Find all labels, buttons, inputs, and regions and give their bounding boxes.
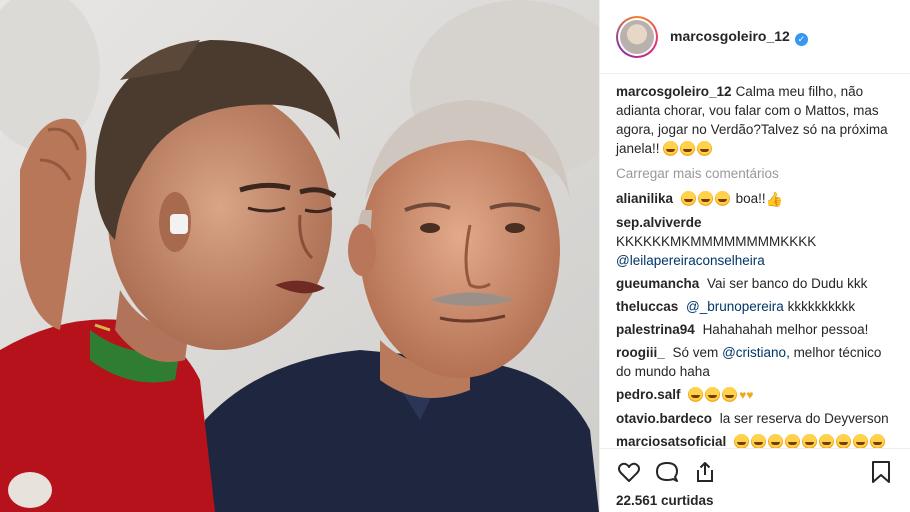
comment-text: Vai ser banco do Dudu kkk	[707, 276, 868, 291]
comment-row: palestrina94 Hahahahah melhor pessoa!	[616, 320, 900, 339]
laughing-emoji-icon	[836, 434, 852, 448]
comment-username[interactable]: pedro.salf	[616, 387, 681, 402]
action-bar: 22.561 curtidas	[600, 448, 910, 512]
caption-username[interactable]: marcosgoleiro_12	[616, 84, 732, 99]
verified-badge-icon: ✓	[794, 32, 808, 46]
comment-text: KKKKKKMKMMMMMMMMKKKK	[616, 234, 817, 249]
comment-username[interactable]: sep.alviverde	[616, 215, 702, 230]
comment-username[interactable]: otavio.bardeco	[616, 411, 712, 426]
post-header: marcosgoleiro_12 ✓	[600, 0, 910, 74]
comment-mention[interactable]: @leilapereiraconselheira	[616, 253, 765, 268]
post-panel: marcosgoleiro_12 ✓ marcosgoleiro_12 Calma …	[599, 0, 910, 512]
comment-text: kkkkkkkkkk	[787, 299, 856, 314]
laughing-emoji-icon	[768, 434, 784, 448]
laughing-emoji-icon	[663, 141, 679, 156]
laughing-emoji-icon	[853, 434, 869, 448]
comment-row: otavio.bardeco la ser reserva do Deyvers…	[616, 409, 900, 428]
heart-icon[interactable]	[616, 459, 642, 485]
laughing-emoji-icon	[697, 191, 713, 206]
laughing-emoji-icon	[819, 434, 835, 448]
laughing-emoji-icon	[705, 387, 721, 402]
post-photo[interactable]	[0, 0, 599, 512]
comment-text: Hahahahah melhor pessoa!	[702, 322, 869, 337]
post-photo-illustration	[0, 0, 599, 512]
thumbs-up-emoji-icon: 👍	[765, 191, 784, 207]
laughing-emoji-icon	[714, 191, 730, 206]
comment-text: la ser reserva do Deyverson	[719, 411, 889, 426]
laughing-emoji-icon	[734, 434, 750, 448]
laughing-emoji-icon	[680, 191, 696, 206]
comment-icon[interactable]	[654, 459, 680, 485]
comment-row: sep.alviverde KKKKKKMKMMMMMMMMKKKK @leil…	[616, 213, 900, 270]
comment-row: alianilika boa!!👍	[616, 189, 900, 209]
comment-mention[interactable]: @_brunopereira	[686, 299, 784, 314]
laughing-emoji-icon	[802, 434, 818, 448]
share-icon[interactable]	[692, 459, 718, 485]
laughing-emoji-icon	[680, 141, 696, 156]
laughing-emoji-icon	[751, 434, 767, 448]
laughing-emoji-icon	[697, 141, 713, 156]
header-username[interactable]: marcosgoleiro_12 ✓	[670, 28, 808, 46]
likes-count[interactable]: 22.561 curtidas	[616, 493, 894, 508]
header-username-text[interactable]: marcosgoleiro_12	[670, 28, 790, 44]
hearts-emoji-icon: ♥♥	[739, 388, 754, 402]
comment-row: gueumancha Vai ser banco do Dudu kkk	[616, 274, 900, 293]
comment-mention[interactable]: @cristiano	[722, 345, 786, 360]
comment-text: boa!!	[735, 191, 766, 206]
comment-username[interactable]: marciosatsoficial	[616, 434, 726, 448]
laughing-emoji-icon	[688, 387, 704, 402]
post-caption: marcosgoleiro_12 Calma meu filho, não adi…	[616, 82, 900, 158]
comment-text: Só vem	[672, 345, 719, 360]
comment-row: marciosatsoficial	[616, 432, 900, 448]
comment-row: theluccas @_brunopereira kkkkkkkkkk	[616, 297, 900, 316]
comment-username[interactable]: gueumancha	[616, 276, 699, 291]
comment-username[interactable]: theluccas	[616, 299, 678, 314]
laughing-emoji-icon	[785, 434, 801, 448]
action-icons-row	[616, 457, 894, 487]
avatar[interactable]	[616, 15, 658, 58]
laughing-emoji-icon	[722, 387, 738, 402]
load-more-comments-button[interactable]: Carregar mais comentários	[616, 164, 900, 184]
comment-row: roogiii_ Só vem @cristiano, melhor técni…	[616, 343, 900, 381]
comment-username[interactable]: roogiii_	[616, 345, 665, 360]
comment-username[interactable]: palestrina94	[616, 322, 695, 337]
laughing-emoji-icon	[870, 434, 886, 448]
bookmark-icon[interactable]	[868, 459, 894, 485]
emoji-group	[663, 141, 714, 156]
comment-row: pedro.salf ♥♥	[616, 385, 900, 405]
comments-list: marcosgoleiro_12 Calma meu filho, não adi…	[600, 74, 910, 448]
comment-username[interactable]: alianilika	[616, 191, 673, 206]
